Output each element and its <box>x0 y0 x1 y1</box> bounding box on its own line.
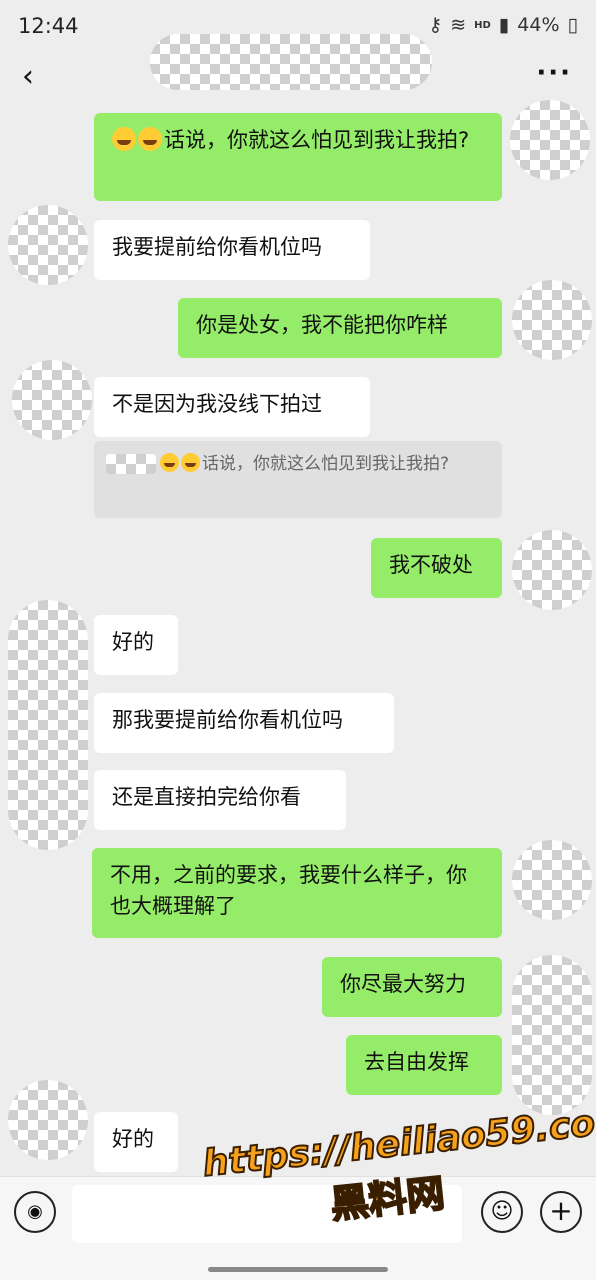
avatar-me[interactable] <box>512 955 592 1115</box>
message-text: 去自由发挥 <box>364 1050 469 1074</box>
avatar-them[interactable] <box>8 205 88 285</box>
avatar-them[interactable] <box>8 600 88 850</box>
voice-icon: ◉ <box>27 1201 43 1222</box>
message-text: 不用，之前的要求，我要什么样子，你也大概理解了 <box>110 863 467 918</box>
message-bubble-them[interactable]: 好的 <box>94 615 178 675</box>
laughing-emoji-icon <box>160 453 179 472</box>
chat-title-redacted <box>150 34 432 90</box>
hd-badge: HD <box>474 19 491 31</box>
message-bubble-me[interactable]: 我不破处 <box>371 538 502 598</box>
laughing-emoji-icon <box>181 453 200 472</box>
key-icon: ⚷ <box>428 14 443 36</box>
voice-input-button[interactable]: ◉ <box>14 1191 56 1233</box>
quoted-text: 话说，你就这么怕见到我让我拍? <box>202 454 450 474</box>
laughing-emoji-icon <box>138 127 162 151</box>
more-options-button[interactable]: ··· <box>536 58 572 88</box>
message-bubble-me[interactable]: 你是处女，我不能把你咋样 <box>178 298 502 358</box>
signal-icon: ▮ <box>498 14 510 36</box>
message-bubble-me[interactable]: 去自由发挥 <box>346 1035 502 1095</box>
laughing-emoji-icon <box>112 127 136 151</box>
message-bubble-me[interactable]: 你尽最大努力 <box>322 957 502 1017</box>
message-text: 话说，你就这么怕见到我让我拍? <box>164 128 470 152</box>
status-icons: ⚷ ≋ HD ▮ 44% ▯ <box>428 14 578 36</box>
message-bubble-them[interactable]: 好的 <box>94 1112 178 1172</box>
message-bubble-them[interactable]: 那我要提前给你看机位吗 <box>94 693 394 753</box>
message-text: 那我要提前给你看机位吗 <box>112 708 343 732</box>
back-button[interactable]: ‹ <box>22 62 34 92</box>
message-bubble-them[interactable]: 还是直接拍完给你看 <box>94 770 346 830</box>
message-bubble-me[interactable]: 不用，之前的要求，我要什么样子，你也大概理解了 <box>92 848 502 938</box>
battery-percent: 44% <box>517 14 560 36</box>
message-text: 你是处女，我不能把你咋样 <box>196 313 448 337</box>
message-text: 好的 <box>112 630 154 654</box>
message-text: 你尽最大努力 <box>340 972 466 996</box>
message-text: 好的 <box>112 1127 154 1151</box>
message-text: 不是因为我没线下拍过 <box>112 392 322 416</box>
message-bubble-me[interactable]: 话说，你就这么怕见到我让我拍? <box>94 113 502 201</box>
avatar-them[interactable] <box>8 1080 88 1160</box>
status-time: 12:44 <box>18 14 79 38</box>
home-indicator[interactable] <box>208 1267 388 1272</box>
message-text: 我不破处 <box>389 553 473 577</box>
message-text: 还是直接拍完给你看 <box>112 785 301 809</box>
message-bubble-them[interactable]: 不是因为我没线下拍过 <box>94 377 370 437</box>
avatar-me[interactable] <box>510 100 590 180</box>
avatar-them[interactable] <box>12 360 92 440</box>
quoted-message[interactable]: 话说，你就这么怕见到我让我拍? <box>94 441 502 518</box>
avatar-me[interactable] <box>512 280 592 360</box>
quoted-sender-redacted <box>106 454 156 474</box>
message-text: 我要提前给你看机位吗 <box>112 235 322 259</box>
avatar-me[interactable] <box>512 530 592 610</box>
message-bubble-them[interactable]: 我要提前给你看机位吗 <box>94 220 370 280</box>
avatar-me[interactable] <box>512 840 592 920</box>
battery-icon: ▯ <box>567 14 578 36</box>
wifi-icon: ≋ <box>450 14 467 36</box>
